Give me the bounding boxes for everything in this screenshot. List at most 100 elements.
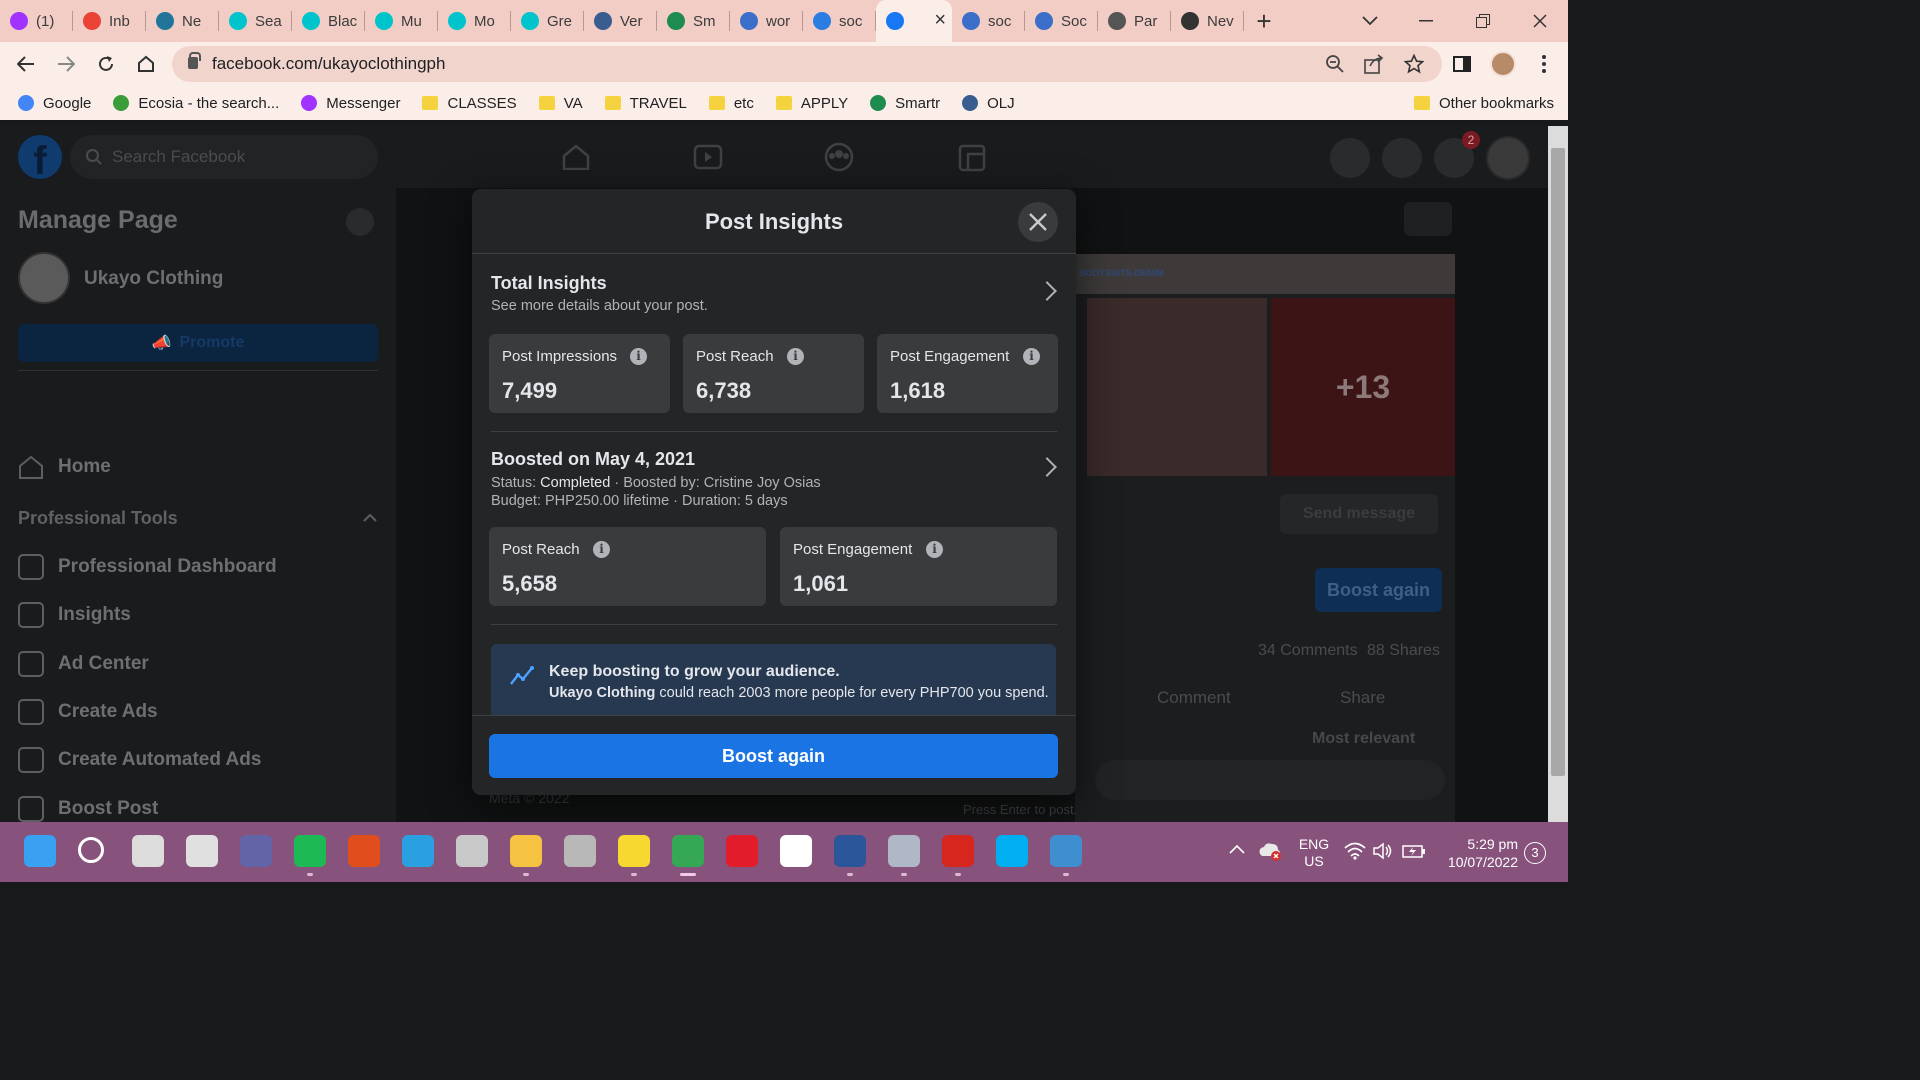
dialog-close-button[interactable] [1018,202,1058,242]
address-bar[interactable]: facebook.com/ukayoclothingph [172,46,1442,82]
opera-icon[interactable] [726,835,758,867]
camera-icon[interactable] [888,835,920,867]
comment-button[interactable]: Comment [1157,688,1231,708]
menu-button[interactable] [1524,44,1564,84]
collapse-sidebar-icon[interactable] [346,208,374,236]
most-relevant-dropdown[interactable]: Most relevant [1312,730,1415,748]
kinemaster-icon[interactable] [780,835,812,867]
bookmark-item[interactable]: VA [538,95,583,112]
post-photo[interactable] [1087,298,1267,476]
scrollbar-thumb[interactable] [1551,148,1565,776]
info-icon[interactable]: i [926,541,943,558]
share-button[interactable]: Share [1340,688,1385,708]
bookmark-item[interactable]: TRAVEL [604,95,687,112]
calculator-icon[interactable] [564,835,596,867]
boosted-row[interactable]: Boosted on May 4, 2021 Status: Completed… [472,434,1076,514]
input-language[interactable]: ENG US [1294,836,1334,896]
nav-insights[interactable]: Insights [18,602,131,629]
bookmark-item[interactable]: Ecosia - the search... [113,95,279,112]
browser-tab[interactable]: Inb [73,0,146,42]
bookmark-item[interactable]: APPLY [775,95,848,112]
profile-avatar[interactable] [1490,51,1516,77]
comment-input[interactable] [1095,760,1445,800]
boost-again-button[interactable]: Boost again [489,734,1058,778]
wifi-icon[interactable] [1344,842,1366,860]
office-icon[interactable] [348,835,380,867]
search-facebook[interactable]: Search Facebook [70,135,378,179]
bookmark-item[interactable]: CLASSES [422,95,517,112]
browser-tab[interactable]: Gre [511,0,584,42]
browser-tab[interactable]: Sea [219,0,292,42]
browser-tab[interactable]: soc [952,0,1025,42]
start-icon[interactable] [24,835,56,867]
photos-icon[interactable] [1050,835,1082,867]
total-insights-row[interactable]: Total Insights See more details about yo… [472,254,1076,324]
browser-tab[interactable]: Par [1098,0,1171,42]
page-scrollbar[interactable] [1548,126,1568,822]
skype-icon[interactable] [996,835,1028,867]
side-panel-button[interactable] [1442,44,1482,84]
tab-search-button[interactable] [1342,0,1398,42]
watch-icon[interactable] [693,144,723,170]
browser-tab[interactable]: Blac [292,0,365,42]
page-avatar[interactable] [18,252,70,304]
nav-professional-dashboard[interactable]: Professional Dashboard [18,554,277,580]
info-icon[interactable]: i [630,348,647,365]
browser-tab[interactable]: (1) [0,0,73,42]
info-icon[interactable]: i [787,348,804,365]
clock[interactable]: 5:29 pm 10/07/2022 [1440,835,1518,871]
battery-charging-icon[interactable] [1402,842,1426,860]
new-tab-button[interactable]: + [1244,6,1284,37]
promote-button[interactable]: 📣 Promote [18,324,378,362]
restore-button[interactable] [1455,0,1511,42]
chevron-up-icon[interactable] [1229,844,1245,854]
nav-create-ads[interactable]: Create Ads [18,698,158,725]
browser-tab[interactable]: Sm [657,0,730,42]
weather-icon[interactable] [186,835,218,867]
printer-icon[interactable] [456,835,488,867]
browser-tab[interactable]: × [876,0,952,42]
volume-icon[interactable] [1372,842,1394,860]
account-avatar[interactable] [1486,136,1530,180]
tab-close-icon[interactable]: × [934,9,946,32]
minimize-button[interactable] [1398,0,1454,42]
more-photos[interactable]: +13 [1271,298,1455,476]
task-view-icon[interactable] [132,835,164,867]
chrome-icon[interactable] [672,835,704,867]
forward-button[interactable] [46,44,86,84]
home-icon[interactable] [562,144,590,170]
chevron-up-icon[interactable] [363,514,377,522]
messenger-icon[interactable] [1382,138,1422,178]
back-button[interactable] [6,44,46,84]
send-message-button[interactable]: Send message [1280,494,1438,534]
browser-tab[interactable]: wor [730,0,803,42]
browser-tab[interactable]: Mo [438,0,511,42]
boost-again-feed-button[interactable]: Boost again [1315,568,1442,612]
reload-button[interactable] [86,44,126,84]
nav-ad-center[interactable]: Ad Center [18,650,149,677]
info-icon[interactable]: i [593,541,610,558]
groups-icon[interactable] [824,142,854,172]
star-icon[interactable] [1404,54,1424,74]
search-icon[interactable] [78,837,104,863]
onedrive-error-icon[interactable] [1256,840,1282,862]
gaming-icon[interactable] [958,144,986,172]
nav-create-automated-ads[interactable]: Create Automated Ads [18,747,261,774]
shares-count[interactable]: 88 Shares [1367,642,1440,660]
window-close-button[interactable] [1512,0,1568,42]
notification-center-badge[interactable]: 3 [1524,842,1546,864]
sticky-notes-icon[interactable] [618,835,650,867]
lightshot-icon[interactable] [402,835,434,867]
more-options-icon[interactable] [1404,202,1452,236]
nav-home[interactable]: Home [18,454,111,480]
zoom-icon[interactable] [1326,55,1344,73]
browser-tab[interactable]: Soc [1025,0,1098,42]
acrobat-icon[interactable] [942,835,974,867]
bookmark-item[interactable]: OLJ [962,95,1015,112]
browser-tab[interactable]: Ver [584,0,657,42]
menu-grid-icon[interactable] [1330,138,1370,178]
spotify-icon[interactable] [294,835,326,867]
nav-boost-post[interactable]: Boost Post [18,795,158,822]
home-button[interactable] [126,44,166,84]
other-bookmarks[interactable]: Other bookmarks [1414,95,1554,112]
